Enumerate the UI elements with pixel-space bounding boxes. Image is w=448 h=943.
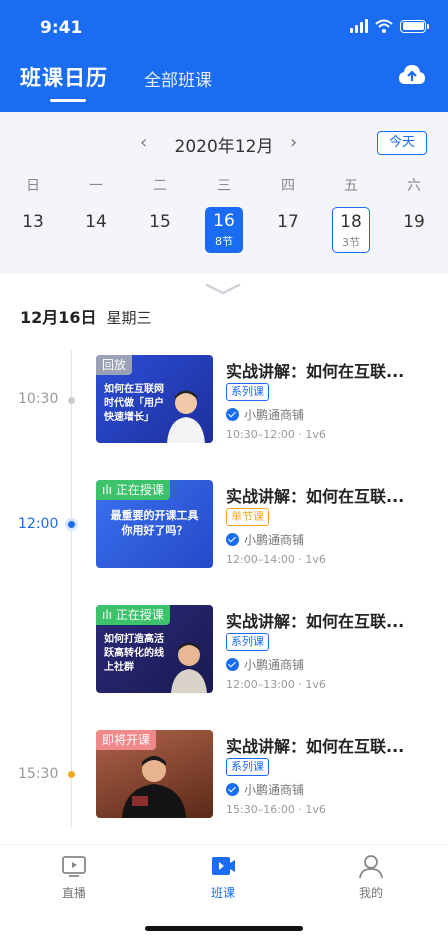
teacher-name: 小鹏通商铺 bbox=[244, 658, 305, 672]
presenter-portrait bbox=[167, 390, 205, 443]
course-type-tag: 系列课 bbox=[226, 758, 269, 776]
app-header: 9:41 班课日历 全部班课 bbox=[0, 0, 448, 112]
calendar-panel: ‹ 2020年12月 › 今天 日 一 二 三 四 五 六 13 14 15 1… bbox=[0, 112, 448, 274]
user-profile-icon bbox=[359, 855, 383, 879]
home-indicator bbox=[145, 926, 303, 931]
date-cell[interactable]: 17 bbox=[268, 212, 308, 232]
course-card[interactable]: ılı 正在授课 最重要的开课工具 你用好了吗？ 实战讲解：如何在互联... 单… bbox=[96, 480, 426, 570]
course-thumbnail: ılı 正在授课 如何打造高活跃高转化的线上社群 bbox=[96, 605, 213, 693]
tab-mine[interactable]: 我的 bbox=[341, 853, 401, 901]
course-title: 实战讲解：如何在互联... bbox=[226, 487, 405, 506]
live-bars-icon: ılı bbox=[102, 483, 113, 497]
live-tv-icon bbox=[62, 856, 86, 877]
today-button[interactable]: 今天 bbox=[377, 131, 427, 155]
teacher-name: 小鹏通商铺 bbox=[244, 783, 305, 797]
status-icons bbox=[350, 19, 429, 33]
course-thumbnail: ılı 正在授课 最重要的开课工具 你用好了吗？ bbox=[96, 480, 213, 568]
class-video-icon bbox=[212, 857, 235, 875]
weekday-label: 四 bbox=[281, 178, 295, 194]
tab-all-classes[interactable]: 全部班课 bbox=[144, 66, 212, 91]
lesson-count: 8节 bbox=[215, 235, 233, 248]
date-number: 16 bbox=[213, 211, 235, 231]
date-cell-selected[interactable]: 16 8节 bbox=[205, 207, 243, 253]
tab-class[interactable]: 班课 bbox=[193, 853, 253, 901]
course-thumbnail: 即将开课 bbox=[96, 730, 213, 818]
lesson-count: 3节 bbox=[342, 236, 360, 249]
date-cell-with-lessons[interactable]: 18 3节 bbox=[332, 207, 370, 253]
tab-label: 直播 bbox=[61, 886, 86, 900]
teacher-name: 小鹏通商铺 bbox=[244, 533, 305, 547]
date-cell[interactable]: 13 bbox=[13, 212, 53, 232]
book-in-hand bbox=[132, 796, 148, 806]
course-time-meta: 10:30–12:00 · 1v6 bbox=[226, 428, 326, 441]
battery-icon bbox=[400, 19, 429, 33]
live-badge: ılı 正在授课 bbox=[96, 480, 170, 500]
selected-day-header: 12月16日 星期三 bbox=[20, 304, 152, 328]
live-badge-label: 正在授课 bbox=[115, 608, 164, 622]
date-number: 18 bbox=[340, 212, 362, 232]
course-time-meta: 15:30–16:00 · 1v6 bbox=[226, 803, 326, 816]
verified-check-icon bbox=[226, 783, 239, 796]
replay-badge: 回放 bbox=[96, 355, 133, 375]
presenter-portrait bbox=[171, 642, 207, 693]
thumbnail-caption: 如何打造高活跃高转化的线上社群 bbox=[104, 634, 164, 673]
course-time-meta: 12:00–13:00 · 1v6 bbox=[226, 678, 326, 691]
active-tab-indicator bbox=[50, 99, 86, 102]
weekday-label: 三 bbox=[217, 178, 231, 194]
date-cell[interactable]: 15 bbox=[140, 212, 180, 232]
course-title: 实战讲解：如何在互联... bbox=[226, 737, 405, 756]
course-type-tag: 单节课 bbox=[226, 508, 269, 526]
upcoming-badge: 即将开课 bbox=[96, 730, 157, 750]
verified-check-icon bbox=[226, 533, 239, 546]
course-title: 实战讲解：如何在互联... bbox=[226, 612, 405, 631]
course-type-tag: 系列课 bbox=[226, 383, 269, 401]
status-time: 9:41 bbox=[40, 18, 83, 38]
selected-weekday: 星期三 bbox=[106, 309, 152, 327]
tab-label: 班课 bbox=[210, 886, 235, 900]
expand-calendar-chevron-down-icon[interactable] bbox=[205, 282, 241, 296]
cloud-upload-icon[interactable] bbox=[398, 63, 426, 87]
timeline-line bbox=[71, 350, 72, 828]
timeline-dot bbox=[68, 397, 75, 404]
tab-live[interactable]: 直播 bbox=[44, 853, 104, 901]
live-bars-icon: ılı bbox=[102, 608, 113, 622]
course-time-meta: 12:00–14:00 · 1v6 bbox=[226, 553, 326, 566]
teacher-name: 小鹏通商铺 bbox=[244, 408, 305, 422]
signal-icon bbox=[350, 19, 368, 33]
teacher: 小鹏通商铺 bbox=[226, 781, 304, 798]
thumbnail-caption: 最重要的开课工具 你用好了吗？ bbox=[110, 509, 199, 537]
course-type-tag: 系列课 bbox=[226, 633, 269, 651]
next-month-chevron-right-icon[interactable]: › bbox=[290, 132, 297, 153]
timeline-dot-current bbox=[68, 521, 75, 528]
live-badge-label: 正在授课 bbox=[115, 483, 164, 497]
tab-label: 我的 bbox=[358, 886, 383, 900]
weekday-label: 二 bbox=[153, 178, 167, 194]
wifi-icon bbox=[375, 19, 393, 33]
selected-date: 12月16日 bbox=[20, 308, 97, 327]
course-thumbnail: 回放 如何在互联网时代做「用户快速增长」 bbox=[96, 355, 213, 443]
time-label: 10:30 bbox=[18, 391, 59, 407]
verified-check-icon bbox=[226, 658, 239, 671]
weekday-label: 六 bbox=[407, 178, 421, 194]
time-label-current: 12:00 bbox=[18, 516, 59, 532]
live-badge: ılı 正在授课 bbox=[96, 605, 170, 625]
presenter-portrait bbox=[122, 756, 186, 818]
weekday-label: 日 bbox=[26, 178, 40, 194]
date-cell[interactable]: 14 bbox=[76, 212, 116, 232]
weekday-label: 一 bbox=[89, 178, 103, 194]
course-card[interactable]: 回放 如何在互联网时代做「用户快速增长」 实战讲解：如何在互联... 系列课 小… bbox=[96, 355, 426, 445]
timeline-dot bbox=[68, 771, 75, 778]
teacher: 小鹏通商铺 bbox=[226, 656, 304, 673]
course-title: 实战讲解：如何在互联... bbox=[226, 362, 405, 381]
time-label: 15:30 bbox=[18, 766, 59, 782]
teacher: 小鹏通商铺 bbox=[226, 406, 304, 423]
course-card[interactable]: ılı 正在授课 如何打造高活跃高转化的线上社群 实战讲解：如何在互联... 系… bbox=[96, 605, 426, 695]
course-card[interactable]: 即将开课 实战讲解：如何在互联... 系列课 小鹏通商铺 15:30–16:00… bbox=[96, 730, 426, 820]
tab-class-calendar[interactable]: 班课日历 bbox=[20, 62, 108, 92]
thumbnail-caption: 如何在互联网时代做「用户快速增长」 bbox=[104, 384, 164, 423]
weekday-label: 五 bbox=[344, 178, 358, 194]
verified-check-icon bbox=[226, 408, 239, 421]
date-cell[interactable]: 19 bbox=[394, 212, 434, 232]
teacher: 小鹏通商铺 bbox=[226, 531, 304, 548]
